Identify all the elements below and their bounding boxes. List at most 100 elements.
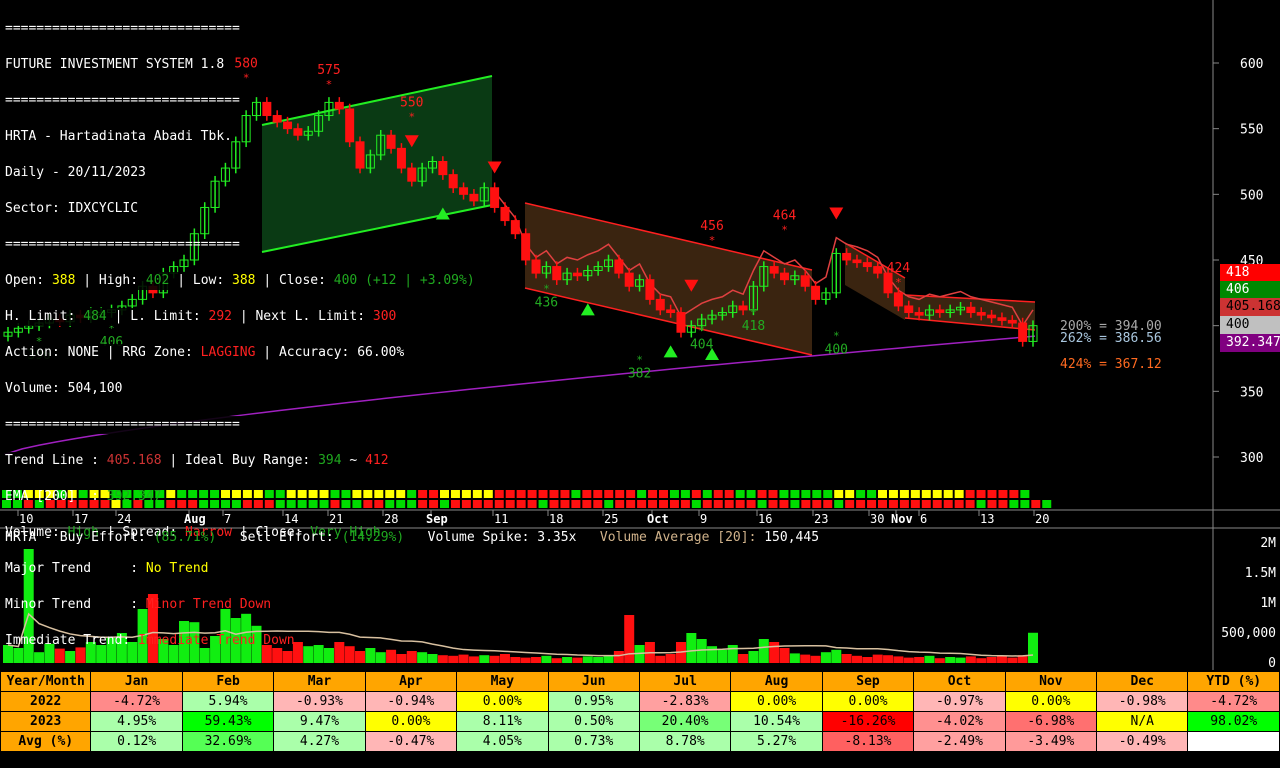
- heatmap-cell: [812, 490, 822, 498]
- x-tick-label: 16: [758, 512, 772, 526]
- app-title: FUTURE INVESTMENT SYSTEM 1.8: [5, 57, 225, 72]
- heatmap-cell: [593, 490, 603, 498]
- candle-body: [510, 220, 520, 235]
- heatmap-cell: [965, 490, 975, 498]
- heatmap-cell: [1031, 500, 1041, 508]
- candle-body: [572, 272, 582, 277]
- heatmap-cell: [878, 500, 887, 508]
- heatmap-cell: [921, 490, 931, 498]
- heatmap-cell: [856, 500, 866, 508]
- volume-tick-label: 0: [1268, 656, 1276, 671]
- heatmap-cell: [659, 490, 668, 498]
- candle-body: [800, 275, 810, 287]
- volume-bar: [686, 633, 697, 663]
- candle-body: [780, 272, 790, 281]
- table-row: Avg (%) 0.12% 32.69% 4.27% -0.47% 4.05% 0.73% 8…: [0, 731, 1280, 752]
- heatmap-cell: [626, 490, 636, 498]
- sector: Sector: IDXCYCLIC: [5, 201, 139, 216]
- volume-bar: [872, 654, 883, 663]
- candle-body: [811, 285, 821, 300]
- volume-bar: [789, 653, 800, 663]
- heatmap-cell: [932, 500, 942, 508]
- table-cell: -0.98%: [1096, 691, 1189, 712]
- y-tick-label: 350: [1240, 385, 1263, 400]
- candle-body: [914, 312, 924, 316]
- volume-bar: [665, 654, 676, 663]
- monthly-performance-table: Year/Month Jan Feb Mar Apr May Jun Jul Aug Sep Oct…: [0, 671, 1280, 752]
- star-icon: *: [750, 306, 757, 319]
- heatmap-cell: [691, 490, 701, 498]
- candle-body: [666, 309, 676, 314]
- star-icon: *: [895, 276, 902, 289]
- volume-bar: [531, 657, 542, 663]
- downtrend-channel: [525, 203, 812, 355]
- table-cell: N/A: [1096, 711, 1189, 732]
- price-label: 400: [825, 343, 848, 358]
- heatmap-cell: [779, 490, 789, 498]
- heatmap-cell: [724, 490, 734, 498]
- candle-body: [500, 206, 510, 222]
- table-cell: 0.73%: [547, 731, 640, 752]
- volume-bar: [727, 645, 738, 663]
- candle-body: [852, 259, 862, 264]
- heatmap-cell: [549, 500, 559, 508]
- heatmap-cell: [888, 490, 898, 498]
- table-cell: 59.43%: [181, 711, 275, 732]
- table-cell: 98.02%: [1187, 711, 1280, 732]
- heatmap-cell: [648, 490, 658, 498]
- heatmap-cell: [757, 490, 767, 498]
- candle-body: [862, 262, 872, 268]
- trendline-line: Trend Line : 405.168 | Ideal Buy Range: …: [5, 452, 389, 470]
- candle-body: [624, 272, 634, 287]
- heatmap-cell: [998, 500, 1008, 508]
- separator: ==============================: [5, 21, 240, 36]
- table-cell: 4.27%: [273, 731, 366, 752]
- heatmap-cell: [910, 490, 920, 498]
- table-cell: 0.00%: [730, 691, 823, 712]
- table-cell: 0.95%: [547, 691, 640, 712]
- heatmap-cell: [615, 490, 625, 498]
- volume-bar: [707, 646, 718, 663]
- volume-bar: [965, 656, 976, 663]
- period: Daily - 20/11/2023: [5, 165, 146, 180]
- table-header-row: Year/Month Jan Feb Mar Apr May Jun Jul Aug Sep Oct…: [0, 671, 1280, 692]
- volume-bar: [593, 657, 604, 663]
- heatmap-cell: [637, 490, 647, 498]
- row-label: Avg (%): [0, 731, 92, 752]
- heatmap-cell: [494, 500, 504, 508]
- candle-body: [521, 233, 531, 261]
- heatmap-cell: [582, 490, 592, 498]
- table-cell: 0.00%: [456, 691, 549, 712]
- x-tick-label: 11: [494, 512, 508, 526]
- price-tag: 405.168: [1220, 298, 1280, 316]
- volume-bar: [758, 639, 769, 663]
- major-trend: Major Trend : No Trend: [5, 561, 209, 576]
- heatmap-cell: [779, 500, 789, 508]
- heatmap-cell: [560, 500, 570, 508]
- volume-bar: [489, 655, 500, 663]
- volume-bar: [820, 652, 831, 663]
- x-tick-label: 23: [814, 512, 828, 526]
- volume-bar: [903, 657, 914, 663]
- table-cell: 4.05%: [456, 731, 549, 752]
- volume-bar: [717, 649, 728, 663]
- column-header: Jul: [638, 671, 732, 692]
- heatmap-cell: [735, 490, 745, 498]
- heatmap-cell: [702, 500, 712, 508]
- volume-bar: [955, 657, 966, 663]
- volume-bar: [562, 657, 573, 663]
- volume-bar: [520, 657, 531, 663]
- candle-body: [997, 317, 1007, 321]
- row-label: 2023: [0, 711, 92, 732]
- heatmap-cell: [560, 490, 570, 498]
- heatmap-cell: [768, 500, 778, 508]
- heatmap-cell: [757, 500, 767, 508]
- table-cell: 5.94%: [181, 691, 275, 712]
- heatmap-cell: [1020, 500, 1030, 508]
- limits-line: H. Limit: 484 | L. Limit: 292 | Next L. …: [5, 308, 397, 326]
- heatmap-cell: [549, 490, 559, 498]
- heatmap-cell: [867, 490, 877, 498]
- heatmap-cell: [582, 500, 592, 508]
- table-cell: -4.72%: [90, 691, 183, 712]
- heatmap-cell: [746, 490, 756, 498]
